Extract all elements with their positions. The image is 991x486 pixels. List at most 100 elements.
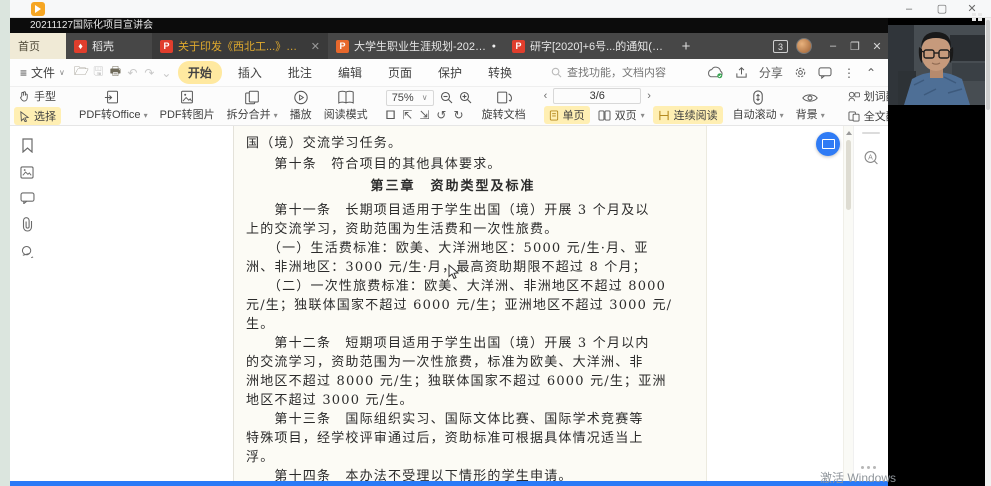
menubar: ≡ 文件 ∨ 🗁 🖫 🖶 ↶ ↷ ⌄ 开始 插入 批注 编辑 页面 保护 转换: [10, 59, 888, 87]
quickbar-dropdown-icon[interactable]: ⌄: [158, 66, 175, 80]
search-box[interactable]: [551, 67, 685, 79]
rotate-document-button[interactable]: 旋转文档: [476, 87, 532, 125]
chat-icon[interactable]: [818, 67, 832, 79]
print-icon[interactable]: 🖶: [107, 62, 124, 83]
share-label[interactable]: 分享: [759, 64, 783, 81]
find-text-icon[interactable]: A: [863, 150, 879, 166]
attachment-icon[interactable]: [21, 217, 34, 232]
prev-page-icon[interactable]: ‹: [544, 90, 548, 102]
search-icon: [551, 67, 562, 78]
doc-line: 地区不超过 3000 元/生。: [246, 389, 660, 407]
wps-close-button[interactable]: ✕: [866, 33, 888, 59]
menu-annotate[interactable]: 批注: [278, 61, 322, 84]
file-menu[interactable]: ≡ 文件 ∨: [10, 64, 73, 81]
new-tab-button[interactable]: +: [672, 33, 700, 59]
pdf-to-image-button[interactable]: PDF转图片: [154, 87, 221, 125]
auto-scroll-icon: [751, 90, 765, 105]
screen: – ▢ ✕ 20211127国际化项目宣讲会 首页 ♦ 稻壳 P 关于印发《西北…: [0, 0, 991, 486]
more-icon[interactable]: ⋮: [843, 66, 855, 80]
next-page-icon[interactable]: ›: [647, 90, 651, 102]
tab-home[interactable]: 首页: [10, 33, 66, 59]
meeting-panel-scrollbar[interactable]: [985, 18, 991, 486]
tab-docer[interactable]: ♦ 稻壳: [66, 33, 152, 59]
continuous-read-icon: [658, 110, 670, 121]
tab-close-icon[interactable]: ✕: [309, 40, 320, 53]
activate-windows-watermark: 激活 Windows: [820, 469, 896, 486]
wps-restore-button[interactable]: ❐: [844, 33, 866, 59]
comment-icon[interactable]: [20, 192, 35, 204]
bookmark-icon[interactable]: [21, 138, 34, 153]
tab-document-active[interactable]: P 关于印发《西北工...》的通知.pdf ✕: [152, 33, 328, 59]
outer-minimize-button[interactable]: –: [895, 1, 923, 17]
wps-minimize-button[interactable]: –: [822, 33, 844, 59]
document-content-area: 国（境）交流学习任务。 第十条 符合项目的其他具体要求。 第三章 资助类型及标准…: [10, 126, 888, 481]
zoom-in-icon[interactable]: [459, 91, 472, 104]
vertical-scrollbar[interactable]: [843, 126, 853, 481]
ribbon-toolbar: 手型 选择 PDF转Office ▾ PDF转图片 拆分合并 ▾: [10, 87, 888, 126]
menu-edit[interactable]: 编辑: [328, 61, 372, 84]
user-avatar[interactable]: [796, 38, 812, 54]
menu-start[interactable]: 开始: [178, 61, 222, 84]
stamp-icon[interactable]: [20, 245, 35, 259]
webcam-video[interactable]: [888, 25, 985, 105]
rotate-right-icon[interactable]: ↻: [453, 108, 463, 122]
outer-maximize-button[interactable]: ▢: [928, 1, 956, 17]
fit-width-icon[interactable]: ⇲: [419, 108, 429, 122]
actual-size-icon[interactable]: 🞑: [386, 108, 396, 123]
auto-scroll-button[interactable]: 自动滚动 ▾: [727, 87, 790, 125]
pdf-to-office-icon: [104, 90, 122, 105]
save-icon[interactable]: 🖫: [90, 62, 107, 83]
scrollbar-thumb[interactable]: [846, 140, 851, 210]
screenshare-border: [0, 0, 10, 18]
open-icon[interactable]: 🗁: [73, 62, 90, 83]
thumbnail-icon[interactable]: [20, 166, 34, 179]
tab-document-2[interactable]: P 大学生职业生涯规划-2021春季学期 ●: [328, 33, 504, 59]
outer-titlebar: – ▢ ✕: [0, 0, 991, 18]
undo-icon[interactable]: ↶: [124, 66, 141, 80]
doc-line: （一）生活费标准：欧美、大洋洲地区：5000 元/生·月、亚: [246, 237, 660, 255]
background-button[interactable]: 背景 ▾: [790, 87, 831, 125]
doc-chapter-heading: 第三章 资助类型及标准: [246, 175, 660, 193]
modified-dot: ●: [492, 43, 496, 50]
doc-line: 第十一条 长期项目适用于学生出国（境）开展 3 个月及以: [246, 199, 660, 217]
split-merge-button[interactable]: 拆分合并 ▾: [221, 87, 284, 125]
share-icon[interactable]: [735, 66, 748, 79]
tab-document-3[interactable]: P 研字[2020]+6号...的通知(签章).pdf: [504, 33, 672, 59]
doc-line: 第十三条 国际组织实习、国际文体比赛、国际学术竞赛等: [246, 408, 660, 426]
play-button[interactable]: 播放: [284, 87, 318, 125]
cursor-icon: [19, 111, 30, 122]
doc-line: 浮。: [246, 446, 660, 464]
doc-line: 第十条 符合项目的其他具体要求。: [246, 153, 660, 171]
gear-icon[interactable]: [794, 66, 807, 79]
menu-convert[interactable]: 转换: [478, 61, 522, 84]
continuous-read-button[interactable]: 连续阅读: [653, 106, 723, 124]
menu-page[interactable]: 页面: [378, 61, 422, 84]
scroll-up-arrow[interactable]: [846, 131, 852, 135]
zoom-level-dropdown[interactable]: 75%∨: [386, 90, 434, 106]
single-page-button[interactable]: 单页: [544, 106, 590, 124]
search-input[interactable]: [567, 67, 685, 79]
menu-protect[interactable]: 保护: [428, 61, 472, 84]
meeting-app-icon: [31, 2, 45, 16]
pdf-to-office-button[interactable]: PDF转Office ▾: [73, 87, 154, 125]
rotate-left-icon[interactable]: ↺: [436, 108, 446, 122]
zoom-out-icon[interactable]: [440, 91, 453, 104]
page-indicator[interactable]: 3/6: [553, 88, 641, 104]
panel-resize-handle[interactable]: [862, 132, 880, 134]
double-page-button[interactable]: 双页▾: [593, 106, 650, 124]
redo-icon[interactable]: ↷: [141, 66, 158, 80]
hand-tool-button[interactable]: 手型: [14, 87, 61, 105]
cloud-sync-icon[interactable]: [707, 66, 724, 79]
svg-text:A: A: [868, 155, 873, 162]
floating-assistant-button[interactable]: [816, 132, 840, 156]
menu-insert[interactable]: 插入: [228, 61, 272, 84]
layout-grid-icon[interactable]: [972, 13, 982, 21]
play-icon: [293, 90, 309, 105]
select-tool-button[interactable]: 选择: [14, 107, 61, 125]
tab-list-badge[interactable]: 3: [773, 40, 788, 53]
collapse-ribbon-icon[interactable]: ⌃: [866, 66, 876, 80]
mouse-cursor: [448, 264, 460, 280]
fit-page-icon[interactable]: ⇱: [402, 108, 412, 122]
read-mode-button[interactable]: 阅读模式: [318, 87, 374, 125]
doc-line: 国（境）交流学习任务。: [246, 132, 660, 150]
